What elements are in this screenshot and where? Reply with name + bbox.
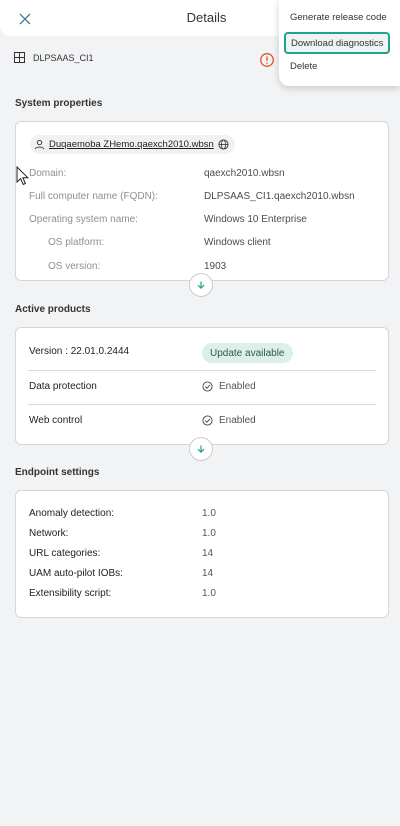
uam-autopilot-label: UAM auto-pilot IOBs: [29,568,123,579]
check-circle-icon [202,415,213,426]
url-categories-label: URL categories: [29,548,101,559]
extensibility-script-value: 1.0 [202,588,216,599]
update-available-badge[interactable]: Update available [202,343,293,363]
data-protection-label: Data protection [29,381,97,392]
web-control-value: Enabled [219,415,256,426]
os-version-value: 1903 [204,261,227,272]
expand-active-products-button[interactable] [189,437,213,461]
chevron-down-icon [197,445,205,454]
active-products-card: Version : 22.01.0.2444 Update available … [15,327,389,445]
data-protection-value: Enabled [219,381,256,392]
extensibility-script-label: Extensibility script: [29,588,112,599]
warning-icon[interactable] [259,52,275,68]
device-grid-icon [14,52,25,63]
mouse-cursor-icon [16,166,30,186]
os-name-value: Windows 10 Enterprise [204,214,307,225]
os-platform-value: Windows client [204,237,271,248]
endpoint-settings-title: Endpoint settings [15,467,100,478]
network-label: Network: [29,528,69,539]
user-name: Duqaemoba ZHemo.qaexch2010.wbsn [49,139,214,150]
endpoint-settings-card: Anomaly detection: 1.0 Network: 1.0 URL … [15,490,389,618]
web-control-status: Enabled [202,415,256,426]
uam-autopilot-value: 14 [202,568,214,579]
web-control-label: Web control [29,415,83,426]
actions-menu: Generate release code Download diagnosti… [279,0,400,86]
system-properties-card: Duqaemoba ZHemo.qaexch2010.wbsn Domain: … [15,121,389,281]
divider [28,404,376,405]
menu-item-delete[interactable]: Delete [290,61,317,72]
user-link[interactable]: Duqaemoba ZHemo.qaexch2010.wbsn [30,135,235,154]
menu-item-generate-release-code[interactable]: Generate release code [290,12,387,23]
data-protection-status: Enabled [202,381,256,392]
domain-label: Domain: [29,168,67,179]
fqdn-value: DLPSAAS_CI1.qaexch2010.wbsn [204,191,355,202]
device-row: DLPSAAS_CI1 [14,52,94,63]
expand-system-properties-button[interactable] [189,273,213,297]
check-circle-icon [202,381,213,392]
domain-value: qaexch2010.wbsn [204,168,285,179]
url-categories-value: 14 [202,548,214,559]
chevron-down-icon [197,281,205,290]
os-platform-label: OS platform: [48,237,105,248]
active-products-title: Active products [15,304,91,315]
system-properties-title: System properties [15,98,103,109]
os-name-label: Operating system name: [29,214,138,225]
divider [28,370,376,371]
user-icon [34,139,45,150]
anomaly-detection-value: 1.0 [202,508,216,519]
device-name: DLPSAAS_CI1 [33,52,94,63]
anomaly-detection-label: Anomaly detection: [29,508,115,519]
os-version-label: OS version: [48,261,101,272]
menu-item-download-diagnostics[interactable]: Download diagnostics [284,32,390,54]
globe-icon [218,139,229,150]
version-label: Version : 22.01.0.2444 [29,346,130,357]
fqdn-label: Full computer name (FQDN): [29,191,158,202]
network-value: 1.0 [202,528,216,539]
